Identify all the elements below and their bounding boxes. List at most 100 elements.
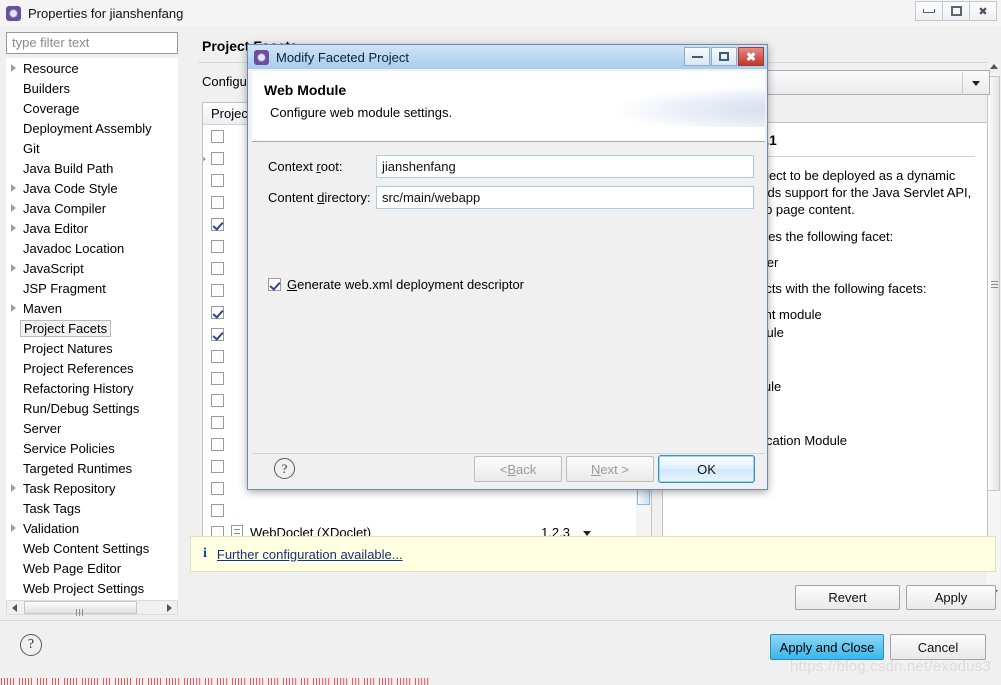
sidebar-item-java-editor[interactable]: Java Editor	[7, 219, 165, 239]
sidebar-item-service-policies[interactable]: Service Policies	[7, 439, 165, 459]
sidebar-item-java-build-path[interactable]: Java Build Path	[7, 159, 165, 179]
next-button[interactable]: Next >	[566, 456, 654, 482]
sidebar-item-run-debug-settings[interactable]: Run/Debug Settings	[7, 399, 165, 419]
context-root-input[interactable]: jianshenfang	[376, 155, 754, 178]
checkbox-icon[interactable]	[211, 460, 224, 473]
tree-horizontal-scrollbar[interactable]	[6, 600, 178, 616]
sidebar-item-java-compiler[interactable]: Java Compiler	[7, 199, 165, 219]
checkbox-icon[interactable]	[211, 306, 224, 319]
sidebar-item-resource[interactable]: Resource	[7, 59, 165, 79]
sidebar-item-label: Java Code Style	[23, 181, 118, 196]
sidebar-item-label: Web Project Settings	[23, 581, 145, 596]
sidebar-item-project-facets[interactable]: Project Facets	[7, 319, 165, 339]
close-icon[interactable]: ✖	[738, 47, 764, 66]
sidebar-item-maven[interactable]: Maven	[7, 299, 165, 319]
modify-faceted-project-dialog: Modify Faceted Project ✖ Web Module Conf…	[247, 44, 768, 490]
sidebar-item-task-repository[interactable]: Task Repository	[7, 479, 165, 499]
minimize-icon[interactable]	[915, 1, 943, 21]
sidebar-item-task-tags[interactable]: Task Tags	[7, 499, 165, 519]
checkbox-icon[interactable]	[211, 328, 224, 341]
gear-icon	[6, 5, 21, 21]
sidebar-item-web-project-settings[interactable]: Web Project Settings	[7, 579, 165, 599]
chevron-right-icon[interactable]	[11, 484, 16, 492]
sidebar-item-javadoc-location[interactable]: Javadoc Location	[7, 239, 165, 259]
chevron-right-icon[interactable]	[11, 204, 16, 212]
maximize-icon[interactable]	[711, 47, 737, 66]
ok-button[interactable]: OK	[658, 455, 755, 483]
sidebar-item-targeted-runtimes[interactable]: Targeted Runtimes	[7, 459, 165, 479]
sidebar-item-label: Run/Debug Settings	[23, 401, 140, 416]
window-titlebar: Properties for jianshenfang ✖	[0, 0, 1001, 26]
sidebar-item-project-references[interactable]: Project References	[7, 359, 165, 379]
chevron-right-icon[interactable]	[11, 224, 16, 232]
checkbox-icon[interactable]	[211, 174, 224, 187]
chevron-right-icon[interactable]	[11, 264, 16, 272]
configuration-select[interactable]	[750, 70, 990, 95]
sidebar-item-refactoring-history[interactable]: Refactoring History	[7, 379, 165, 399]
sidebar-item-label: Task Repository	[23, 481, 116, 496]
window-title: Properties for jianshenfang	[28, 5, 184, 21]
maximize-icon[interactable]	[942, 1, 970, 21]
sidebar-item-validation[interactable]: Validation	[7, 519, 165, 539]
sidebar-item-javascript[interactable]: JavaScript	[7, 259, 165, 279]
checkbox-icon	[268, 278, 281, 291]
cancel-button[interactable]: Cancel	[890, 634, 986, 660]
generate-webxml-label: Generate web.xml deployment descriptor	[287, 277, 525, 292]
apply-and-close-button[interactable]: Apply and Close	[770, 634, 884, 660]
checkbox-icon[interactable]	[211, 284, 224, 297]
checkbox-icon[interactable]	[211, 482, 224, 495]
sidebar-item-web-page-editor[interactable]: Web Page Editor	[7, 559, 165, 579]
dialog-button-bar: ? < Back Next > OK	[252, 453, 765, 487]
further-configuration-link[interactable]: Further configuration available...	[217, 547, 403, 562]
sidebar-item-web-content-settings[interactable]: Web Content Settings	[7, 539, 165, 559]
apply-button[interactable]: Apply	[906, 585, 996, 610]
help-icon[interactable]: ?	[274, 458, 295, 479]
sidebar-item-label: Project Natures	[23, 341, 113, 356]
dialog-heading: Web Module	[264, 82, 347, 98]
checkbox-icon[interactable]	[211, 130, 224, 143]
header-decoration	[615, 85, 765, 127]
checkbox-icon[interactable]	[211, 438, 224, 451]
content-directory-input[interactable]: src/main/webapp	[376, 186, 754, 209]
table-row[interactable]	[203, 500, 636, 522]
sidebar-item-java-code-style[interactable]: Java Code Style	[7, 179, 165, 199]
checkbox-icon[interactable]	[211, 218, 224, 231]
search-input[interactable]: type filter text	[6, 32, 178, 54]
sidebar-item-project-natures[interactable]: Project Natures	[7, 339, 165, 359]
scroll-left-icon[interactable]	[7, 601, 22, 614]
sidebar-item-label: Project Facets	[20, 320, 112, 337]
chevron-right-icon[interactable]	[11, 184, 16, 192]
chevron-right-icon[interactable]	[11, 64, 16, 72]
sidebar-item-jsp-fragment[interactable]: JSP Fragment	[7, 279, 165, 299]
chevron-right-icon[interactable]	[203, 155, 206, 163]
checkbox-icon[interactable]	[211, 394, 224, 407]
sidebar-item-coverage[interactable]: Coverage	[7, 99, 165, 119]
checkbox-icon[interactable]	[211, 240, 224, 253]
generate-webxml-checkbox[interactable]: Generate web.xml deployment descriptor	[268, 277, 524, 292]
sidebar-item-builders[interactable]: Builders	[7, 79, 165, 99]
sidebar-item-server[interactable]: Server	[7, 419, 165, 439]
revert-button[interactable]: Revert	[795, 585, 900, 610]
dialog-titlebar[interactable]: Modify Faceted Project ✖	[248, 45, 767, 69]
tree-hscroll-thumb[interactable]	[24, 601, 137, 616]
close-icon[interactable]: ✖	[969, 1, 997, 21]
minimize-icon[interactable]	[684, 47, 710, 66]
sidebar-item-deployment-assembly[interactable]: Deployment Assembly	[7, 119, 165, 139]
back-button[interactable]: < Back	[474, 456, 562, 482]
scroll-right-icon[interactable]	[162, 601, 177, 614]
settings-tree[interactable]: Resource Builders Coverage Deployment Assem…	[6, 58, 178, 600]
checkbox-icon[interactable]	[211, 416, 224, 429]
checkbox-icon[interactable]	[211, 152, 224, 165]
checkbox-icon[interactable]	[211, 262, 224, 275]
checkbox-icon[interactable]	[211, 504, 224, 517]
help-icon[interactable]: ?	[20, 634, 42, 656]
watermark: https://blog.csdn.net/exodus3	[790, 658, 991, 675]
sidebar-item-label: JavaScript	[23, 261, 84, 276]
checkbox-icon[interactable]	[211, 196, 224, 209]
checkbox-icon[interactable]	[211, 372, 224, 385]
sidebar-item-git[interactable]: Git	[7, 139, 165, 159]
chevron-right-icon[interactable]	[11, 304, 16, 312]
checkbox-icon[interactable]	[211, 350, 224, 363]
sidebar-item-label: Java Build Path	[23, 161, 114, 176]
chevron-right-icon[interactable]	[11, 524, 16, 532]
